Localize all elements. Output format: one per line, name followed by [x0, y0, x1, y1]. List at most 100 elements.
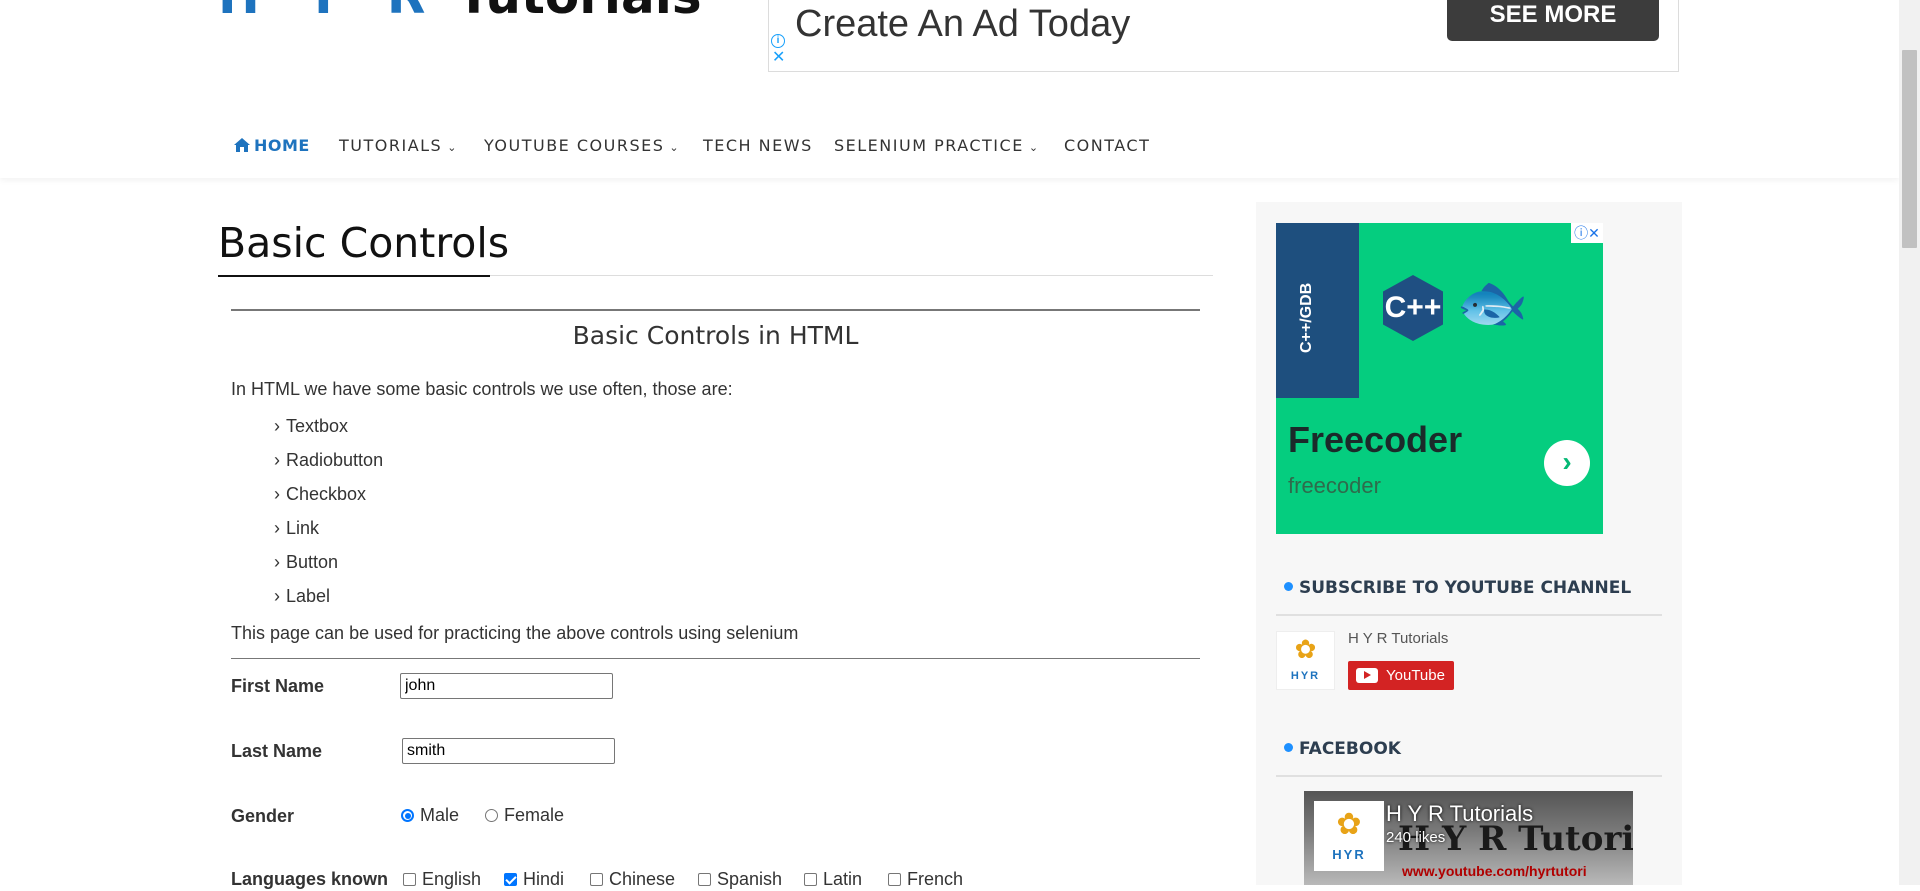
- flower-logo-icon: ✿: [1336, 808, 1362, 841]
- ad-arrow-button[interactable]: ›: [1544, 440, 1590, 486]
- chevron-right-icon: ›: [274, 586, 280, 606]
- list-item-label: Checkbox: [286, 484, 367, 504]
- gender-option-male[interactable]: Male: [401, 803, 459, 827]
- list-item-label: Textbox: [286, 416, 349, 436]
- female-label: Female: [504, 805, 565, 825]
- practice-note: This page can be used for practicing the…: [231, 623, 799, 643]
- male-label: Male: [420, 805, 460, 825]
- top-banner-ad[interactable]: Create An Ad Today SEE MORE i ✕: [768, 0, 1679, 72]
- facebook-widget-title: FACEBOOK: [1284, 737, 1401, 761]
- chevron-down-icon: ⌄: [669, 141, 681, 154]
- chevron-right-icon: ›: [274, 518, 280, 538]
- language-option-french[interactable]: French: [888, 867, 963, 891]
- language-option-english[interactable]: English: [403, 867, 481, 891]
- first-name-label: First Name: [231, 676, 325, 696]
- first-name-input[interactable]: [400, 673, 613, 699]
- nav-item-selenium-practice[interactable]: SELENIUM PRACTICE ⌄: [834, 134, 1040, 160]
- spanish-checkbox[interactable]: [698, 873, 711, 886]
- last-name-input[interactable]: [402, 738, 615, 764]
- language-option-chinese[interactable]: Chinese: [590, 867, 675, 891]
- bullet-dot-icon: [1284, 582, 1293, 591]
- chevron-right-icon: ›: [274, 484, 280, 504]
- logo-tutorials: Tutorials: [457, 0, 702, 25]
- chevron-right-icon: ›: [274, 450, 280, 470]
- section-top-divider: [231, 309, 1200, 311]
- form-divider: [231, 658, 1200, 659]
- youtube-button-label: YouTube: [1386, 667, 1445, 684]
- chevron-right-icon: ›: [274, 552, 280, 572]
- english-label: English: [422, 869, 482, 889]
- spanish-label: Spanish: [717, 869, 783, 889]
- english-checkbox[interactable]: [403, 873, 416, 886]
- nav-label-contact: CONTACT: [1064, 136, 1151, 155]
- bullet-dot-icon: [1284, 743, 1293, 752]
- list-item: › Button: [274, 550, 383, 584]
- ad-close-icon[interactable]: ✕: [772, 50, 785, 66]
- french-label: French: [907, 869, 964, 889]
- female-radio[interactable]: [485, 809, 498, 822]
- channel-avatar[interactable]: ✿ HYR: [1276, 631, 1335, 690]
- nav-label-youtube-courses: YOUTUBE COURSES: [484, 136, 665, 155]
- list-item-label: Label: [286, 586, 331, 606]
- adchoices-icon[interactable]: ⓘ✕: [1571, 223, 1603, 243]
- ad-brand: Freecoder: [1288, 419, 1463, 460]
- nav-label-tech-news: TECH NEWS: [703, 136, 813, 155]
- language-option-hindi[interactable]: Hindi: [504, 867, 564, 891]
- avatar-letters: HYR: [1290, 670, 1321, 682]
- nav-label-home: HOME: [254, 136, 310, 155]
- intro-text: In HTML we have some basic controls we u…: [231, 379, 733, 399]
- ad-headline: Create An Ad Today: [795, 3, 1131, 45]
- list-item-label: Button: [286, 552, 339, 572]
- ad-info-icon[interactable]: i: [771, 34, 785, 48]
- site-header: H Y R Tutorials Create An Ad Today SEE M…: [0, 0, 1899, 178]
- nav-item-contact[interactable]: CONTACT: [1064, 134, 1150, 158]
- logo-hyr: H Y R: [218, 0, 439, 25]
- fb-page-name[interactable]: H Y R Tutorials: [1386, 801, 1533, 827]
- facebook-page-plugin[interactable]: H Y R Tutoria www.youtube.com/hyrtutori …: [1304, 791, 1633, 885]
- chevron-right-icon: ›: [274, 416, 280, 436]
- fb-likes: 240 likes: [1386, 829, 1446, 846]
- youtube-widget-title-text: SUBSCRIBE TO YOUTUBE CHANNEL: [1299, 578, 1632, 598]
- latin-checkbox[interactable]: [804, 873, 817, 886]
- list-item-label: Radiobutton: [286, 450, 384, 470]
- page-title: Basic Controls: [218, 219, 510, 267]
- nav-item-home[interactable]: HOME: [234, 134, 310, 158]
- see-more-button[interactable]: SEE MORE: [1447, 0, 1659, 41]
- controls-list: › Textbox › Radiobutton › Checkbox › Link › B…: [274, 414, 383, 618]
- list-item: › Label: [274, 584, 383, 618]
- chevron-down-icon: ⌄: [1028, 141, 1040, 154]
- youtube-subscribe-button[interactable]: YouTube: [1348, 661, 1454, 690]
- hindi-label: Hindi: [523, 869, 565, 889]
- list-item: › Radiobutton: [274, 448, 383, 482]
- channel-name[interactable]: H Y R Tutorials: [1348, 630, 1448, 647]
- list-item: › Textbox: [274, 414, 383, 448]
- language-option-spanish[interactable]: Spanish: [698, 867, 782, 891]
- hindi-checkbox[interactable]: [504, 873, 517, 886]
- scrollbar-thumb[interactable]: [1902, 50, 1917, 248]
- nav-item-tutorials[interactable]: TUTORIALS ⌄: [339, 134, 458, 160]
- fish-icon: 🐟: [1456, 270, 1529, 335]
- french-checkbox[interactable]: [888, 873, 901, 886]
- male-radio[interactable]: [401, 809, 414, 822]
- latin-label: Latin: [823, 869, 863, 889]
- fb-avatar-letters: HYR: [1332, 847, 1366, 862]
- ad-vertical-text: C++/GDB: [1298, 282, 1315, 353]
- chinese-checkbox[interactable]: [590, 873, 603, 886]
- fb-page-avatar[interactable]: ✿ HYR: [1314, 801, 1384, 871]
- ad-subtext: freecoder: [1288, 473, 1381, 498]
- sidebar-ad[interactable]: C++/GDB C++ 🐟 Freecoder freecoder › ⓘ✕: [1276, 223, 1603, 534]
- site-logo[interactable]: H Y R Tutorials: [218, 0, 702, 26]
- title-underline: [218, 275, 490, 277]
- language-option-latin[interactable]: Latin: [804, 867, 862, 891]
- list-item-label: Link: [286, 518, 320, 538]
- youtube-play-icon: [1356, 668, 1378, 683]
- chevron-down-icon: ⌄: [447, 141, 458, 154]
- page-scrollbar[interactable]: [1899, 0, 1920, 885]
- nav-item-tech-news[interactable]: TECH NEWS: [703, 134, 813, 158]
- home-icon: [234, 138, 250, 152]
- gender-option-female[interactable]: Female: [485, 803, 564, 827]
- chinese-label: Chinese: [609, 869, 676, 889]
- gender-label: Gender: [231, 806, 295, 826]
- nav-label-tutorials: TUTORIALS: [339, 136, 443, 155]
- nav-item-youtube-courses[interactable]: YOUTUBE COURSES ⌄: [484, 134, 680, 160]
